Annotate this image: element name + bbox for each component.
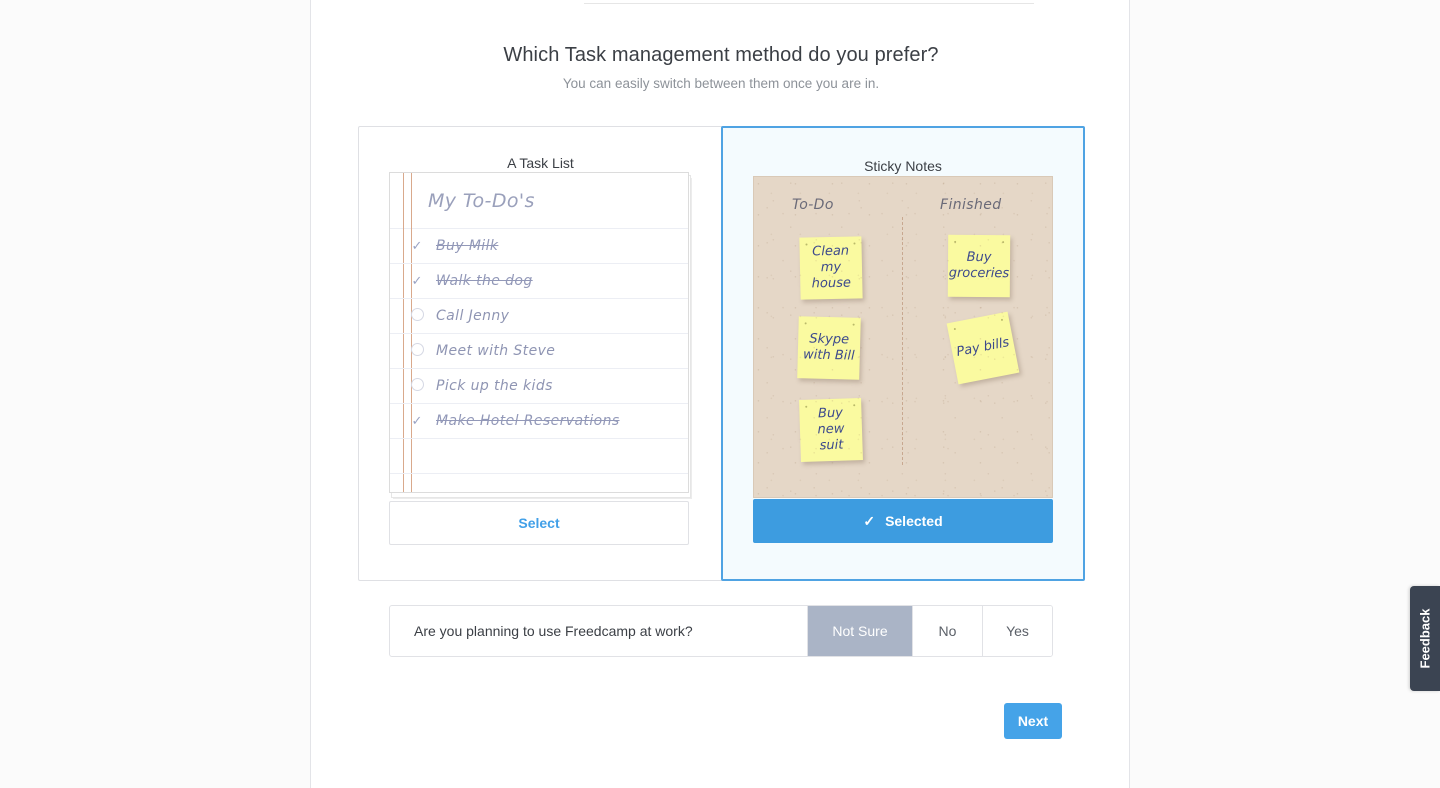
task-row-blank — [390, 439, 688, 474]
task-checkbox-empty-icon — [398, 308, 436, 324]
notepad-preview: My To-Do's ✓ Buy Milk ✓ Walk the dog Cal… — [389, 172, 692, 499]
previous-step-divider — [584, 3, 1034, 4]
pin-icon — [853, 404, 856, 407]
pin-icon — [804, 322, 807, 325]
page-title: Which Task management method do you pref… — [503, 44, 939, 66]
task-label: Meet with Steve — [436, 343, 556, 359]
task-row[interactable]: ✓ Walk the dog — [390, 264, 688, 299]
task-row[interactable]: Pick up the kids — [390, 369, 688, 404]
sticky-note[interactable]: Buy groceries — [947, 234, 1011, 298]
option-title-task-list: A Task List — [507, 155, 574, 171]
pin-icon — [805, 243, 808, 246]
feedback-tab-label: Feedback — [1417, 608, 1433, 669]
answer-label-not-sure: Not Sure — [832, 623, 888, 639]
pin-icon — [1000, 318, 1004, 322]
board-column-label-todo: To-Do — [792, 197, 834, 213]
answer-button-yes[interactable]: Yes — [982, 606, 1052, 656]
page-root: Which Task management method do you pref… — [0, 0, 1440, 788]
sticky-note-text: Skype with Bill — [802, 331, 855, 364]
task-check-icon: ✓ — [411, 273, 423, 288]
content-column: Which Task management method do you pref… — [310, 0, 1130, 788]
sticky-note[interactable]: Buy new suit — [799, 398, 863, 462]
task-label: Walk the dog — [436, 273, 533, 289]
header: Which Task management method do you pref… — [311, 44, 1131, 91]
answer-button-not-sure[interactable]: Not Sure — [807, 606, 912, 656]
task-label: Buy Milk — [436, 238, 499, 254]
pin-icon — [953, 327, 957, 331]
board-column-divider — [902, 217, 903, 465]
task-row-blank — [390, 474, 688, 492]
notepad-sheet: My To-Do's ✓ Buy Milk ✓ Walk the dog Cal… — [389, 172, 689, 493]
select-task-list-label: Select — [518, 515, 560, 531]
task-checkbox-empty-icon — [398, 343, 436, 359]
notepad-heading: My To-Do's — [428, 189, 535, 212]
answer-label-no: No — [938, 623, 957, 639]
option-card-sticky-notes[interactable]: Sticky Notes To-Do Finished Clean my hou… — [721, 126, 1085, 581]
board-column-label-finished: Finished — [940, 197, 1002, 213]
check-icon: ✓ — [863, 512, 876, 529]
sticky-note-text: Pay bills — [955, 335, 1011, 361]
sticky-note-text: Buy groceries — [948, 250, 1010, 282]
task-checkbox-empty-icon — [398, 378, 436, 394]
next-button[interactable]: Next — [1004, 703, 1062, 739]
task-row[interactable]: ✓ Make Hotel Reservations — [390, 404, 688, 439]
pin-icon — [954, 240, 957, 243]
option-card-task-list[interactable]: A Task List My To-Do's ✓ Buy Milk ✓ Walk… — [359, 126, 722, 581]
answer-label-yes: Yes — [1006, 623, 1029, 639]
sticky-note-text: Clean my house — [811, 243, 852, 292]
select-task-list-button[interactable]: Select — [389, 501, 689, 545]
sticky-note[interactable]: Pay bills — [946, 311, 1020, 385]
task-row[interactable]: Call Jenny — [390, 299, 688, 334]
pin-icon — [805, 405, 808, 408]
pin-icon — [852, 323, 855, 326]
notepad-heading-row: My To-Do's — [390, 173, 688, 229]
sticky-note-text: Buy new suit — [817, 405, 845, 454]
work-question-text: Are you planning to use Freedcamp at wor… — [414, 623, 693, 639]
answer-button-no[interactable]: No — [912, 606, 982, 656]
sticky-note[interactable]: Clean my house — [799, 236, 863, 300]
task-label: Pick up the kids — [436, 378, 553, 394]
task-row[interactable]: ✓ Buy Milk — [390, 229, 688, 264]
option-title-sticky-notes: Sticky Notes — [864, 158, 942, 174]
work-question-row: Are you planning to use Freedcamp at wor… — [389, 605, 1053, 657]
task-label: Call Jenny — [436, 308, 510, 324]
pin-icon — [853, 242, 856, 245]
sticky-board-preview: To-Do Finished Clean my house Skype with… — [753, 176, 1053, 498]
task-check-icon: ✓ — [411, 238, 423, 253]
sticky-note[interactable]: Skype with Bill — [797, 316, 861, 380]
options-container: A Task List My To-Do's ✓ Buy Milk ✓ Walk… — [358, 126, 1085, 581]
page-subtitle: You can easily switch between them once … — [562, 76, 880, 91]
pin-icon — [1002, 241, 1005, 244]
selected-sticky-notes-button[interactable]: ✓ Selected — [753, 499, 1053, 543]
task-check-icon: ✓ — [411, 413, 423, 428]
feedback-tab[interactable]: Feedback — [1410, 586, 1440, 691]
task-label: Make Hotel Reservations — [436, 413, 620, 429]
task-row[interactable]: Meet with Steve — [390, 334, 688, 369]
selected-sticky-notes-label: Selected — [885, 513, 943, 529]
